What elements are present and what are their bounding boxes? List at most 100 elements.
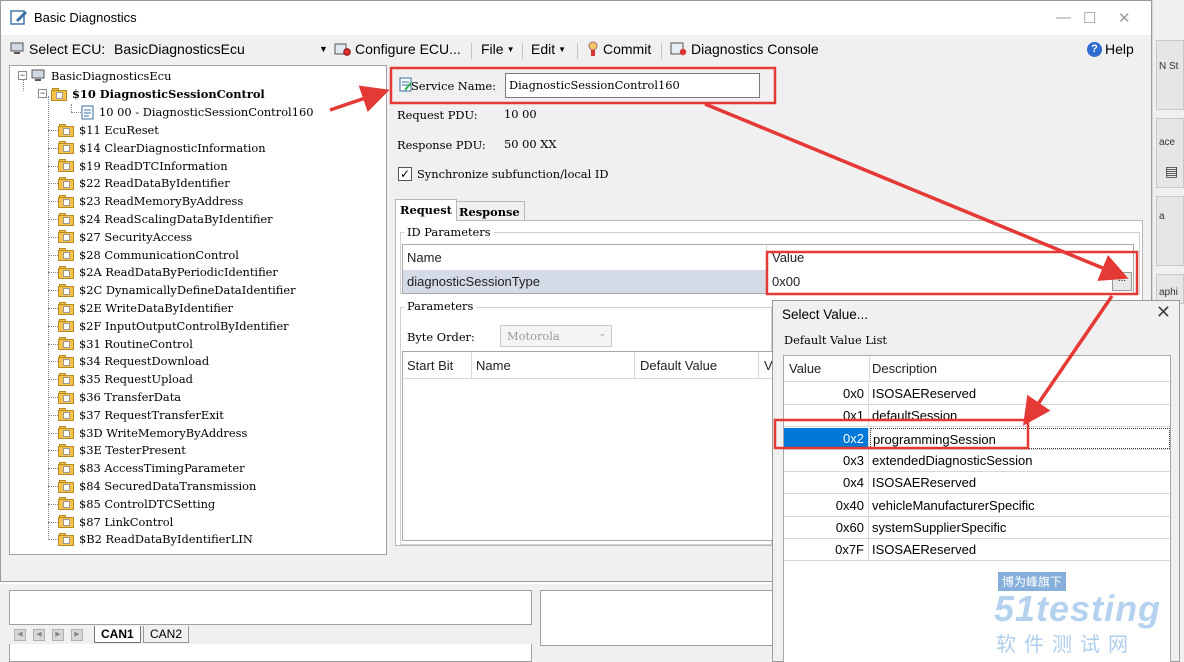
value-cell: 0x1 — [784, 405, 869, 427]
value-cell: 0x40 — [784, 494, 869, 516]
tree-line — [48, 450, 58, 452]
tree-item[interactable]: $14 ClearDiagnosticInformation — [58, 139, 266, 157]
byte-order-select[interactable]: Motorola ⌄ — [500, 325, 612, 347]
tree-item-subfunction[interactable]: 10 00 - DiagnosticSessionControl160 — [81, 103, 313, 121]
tree-item[interactable]: $27 SecurityAccess — [58, 228, 192, 246]
tree-item[interactable]: $22 ReadDataByIdentifier — [58, 174, 230, 192]
select-ecu-group: Select ECU: — [10, 41, 105, 57]
synchronize-checkbox[interactable]: ✓ — [398, 167, 412, 181]
collapse-toggle[interactable]: − — [18, 71, 27, 80]
folder-icon — [51, 87, 67, 101]
tree-item[interactable]: $11 EcuReset — [58, 121, 159, 139]
toolbar-divider — [522, 43, 523, 59]
commit-button[interactable]: Commit — [586, 41, 651, 57]
tree-item[interactable]: $3E TesterPresent — [58, 441, 186, 459]
last-tab-button[interactable]: ▶ — [71, 629, 83, 641]
tree-line — [48, 432, 58, 434]
tree-line — [48, 254, 58, 256]
next-tab-button[interactable]: ▶ — [52, 629, 64, 641]
tree-item-label: $3D WriteMemoryByAddress — [79, 425, 248, 440]
ecu-icon — [31, 69, 45, 81]
tree-item-label: $35 RequestUpload — [79, 372, 193, 387]
close-icon[interactable]: ✕ — [1156, 302, 1171, 323]
tree-line — [48, 183, 58, 185]
list-item[interactable]: 0x1 defaultSession — [784, 405, 1170, 428]
tree-item-label: $28 CommunicationControl — [79, 247, 239, 262]
collapse-toggle[interactable]: − — [38, 89, 47, 98]
close-button[interactable]: ✕ — [1118, 9, 1131, 27]
tree-item[interactable]: $87 LinkControl — [58, 513, 173, 531]
list-item[interactable]: 0x0 ISOSAEReserved — [784, 383, 1170, 405]
tree-item[interactable]: $31 RoutineControl — [58, 335, 193, 353]
edit-menu[interactable]: Edit ▼ — [531, 41, 566, 57]
service-tree[interactable]: − BasicDiagnosticsEcu − $10 DiagnosticSe… — [9, 65, 387, 555]
tree-line — [48, 361, 58, 363]
grid-column-divider — [471, 352, 472, 378]
tree-item[interactable]: $2E WriteDataByIdentifier — [58, 299, 233, 317]
window-title: Basic Diagnostics — [34, 10, 137, 25]
description-cell: ISOSAEReserved — [872, 542, 977, 558]
tree-item[interactable]: $B2 ReadDataByIdentifierLIN — [58, 530, 253, 548]
tab-request[interactable]: Request — [395, 199, 457, 221]
diagnostics-console-button[interactable]: Diagnostics Console — [670, 41, 819, 57]
tree-item[interactable]: $83 AccessTimingParameter — [58, 459, 245, 477]
parameter-value[interactable]: 0x00 — [772, 274, 800, 289]
list-item[interactable]: 0x3 extendedDiagnosticSession — [784, 449, 1170, 472]
tree-item[interactable]: $24 ReadScalingDataByIdentifier — [58, 210, 273, 228]
tree-item[interactable]: $34 RequestDownload — [58, 352, 209, 370]
tree-item[interactable]: $3D WriteMemoryByAddress — [58, 424, 247, 442]
grid-column-divider — [766, 245, 767, 293]
configure-ecu-button[interactable]: Configure ECU... — [334, 41, 461, 57]
tree-item-label: $3E TesterPresent — [79, 443, 186, 458]
tree-item[interactable]: $35 RequestUpload — [58, 370, 193, 388]
tab-response[interactable]: Response — [454, 201, 525, 220]
tab-can1[interactable]: CAN1 — [94, 626, 141, 643]
list-item[interactable]: 0x4 ISOSAEReserved — [784, 472, 1170, 495]
ecu-select[interactable]: BasicDiagnosticsEcu ▼ — [114, 41, 329, 57]
tree-item[interactable]: $19 ReadDTCInformation — [58, 157, 228, 175]
folder-icon — [58, 176, 74, 190]
ecu-icon — [10, 42, 24, 54]
tree-item[interactable]: $37 RequestTransferExit — [58, 406, 224, 424]
tree-item[interactable]: $2F InputOutputControlByIdentifier — [58, 317, 289, 335]
list-item[interactable]: 0x7F ISOSAEReserved — [784, 539, 1170, 562]
watermark-subtitle: 软件测试网 — [996, 634, 1136, 656]
tree-item[interactable]: $23 ReadMemoryByAddress — [58, 192, 243, 210]
column-header-description: Description — [872, 361, 938, 376]
tree-item[interactable]: $28 CommunicationControl — [58, 246, 239, 264]
tree-item-label: $36 TransferData — [79, 390, 182, 404]
list-item[interactable]: 0x60 systemSupplierSpecific — [784, 516, 1170, 539]
tree-item[interactable]: $36 TransferData — [58, 388, 181, 406]
tree-line — [48, 486, 58, 487]
prev-tab-button[interactable]: ◀ — [33, 629, 45, 641]
file-menu[interactable]: File ▼ — [481, 41, 514, 57]
chevron-down-icon: ▼ — [319, 44, 328, 54]
diagnostics-app-icon — [10, 10, 27, 25]
chevron-down-icon: ▼ — [558, 44, 567, 54]
id-parameters-title: ID Parameters — [404, 225, 494, 239]
diagnostics-console-label: Diagnostics Console — [691, 41, 819, 57]
background-button: ace ▤ — [1156, 118, 1184, 188]
maximize-button[interactable]: ☐ — [1083, 9, 1096, 27]
list-item[interactable]: 0x2 programmingSession — [784, 427, 1170, 450]
tree-item[interactable]: $2A ReadDataByPeriodicIdentifier — [58, 263, 278, 281]
first-tab-button[interactable]: ◀ — [14, 629, 26, 641]
minimize-button[interactable]: — — [1056, 9, 1071, 26]
tab-can2[interactable]: CAN2 — [143, 626, 190, 643]
response-pdu-label: Response PDU: — [397, 138, 486, 152]
tree-item[interactable]: $85 ControlDTCSetting — [58, 495, 215, 513]
configure-icon — [334, 43, 351, 56]
browse-value-button[interactable]: ... — [1112, 272, 1132, 291]
tree-item[interactable]: $2C DynamicallyDefineDataIdentifier — [58, 281, 296, 299]
help-button[interactable]: ? Help — [1087, 41, 1134, 57]
tree-item-10[interactable]: $10 DiagnosticSessionControl — [51, 85, 265, 103]
tree-item[interactable]: $84 SecuredDataTransmission — [58, 477, 256, 495]
description-cell: vehicleManufacturerSpecific — [872, 497, 1035, 513]
description-cell: systemSupplierSpecific — [872, 519, 1007, 535]
parameter-name: diagnosticSessionType — [407, 274, 540, 289]
tree-root[interactable]: BasicDiagnosticsEcu — [31, 67, 171, 85]
list-item[interactable]: 0x40 vehicleManufacturerSpecific — [784, 494, 1170, 517]
service-name-input[interactable]: DiagnosticSessionControl160 — [505, 73, 760, 98]
watermark-logo: 51testing — [994, 588, 1162, 629]
tree-line — [48, 130, 58, 131]
